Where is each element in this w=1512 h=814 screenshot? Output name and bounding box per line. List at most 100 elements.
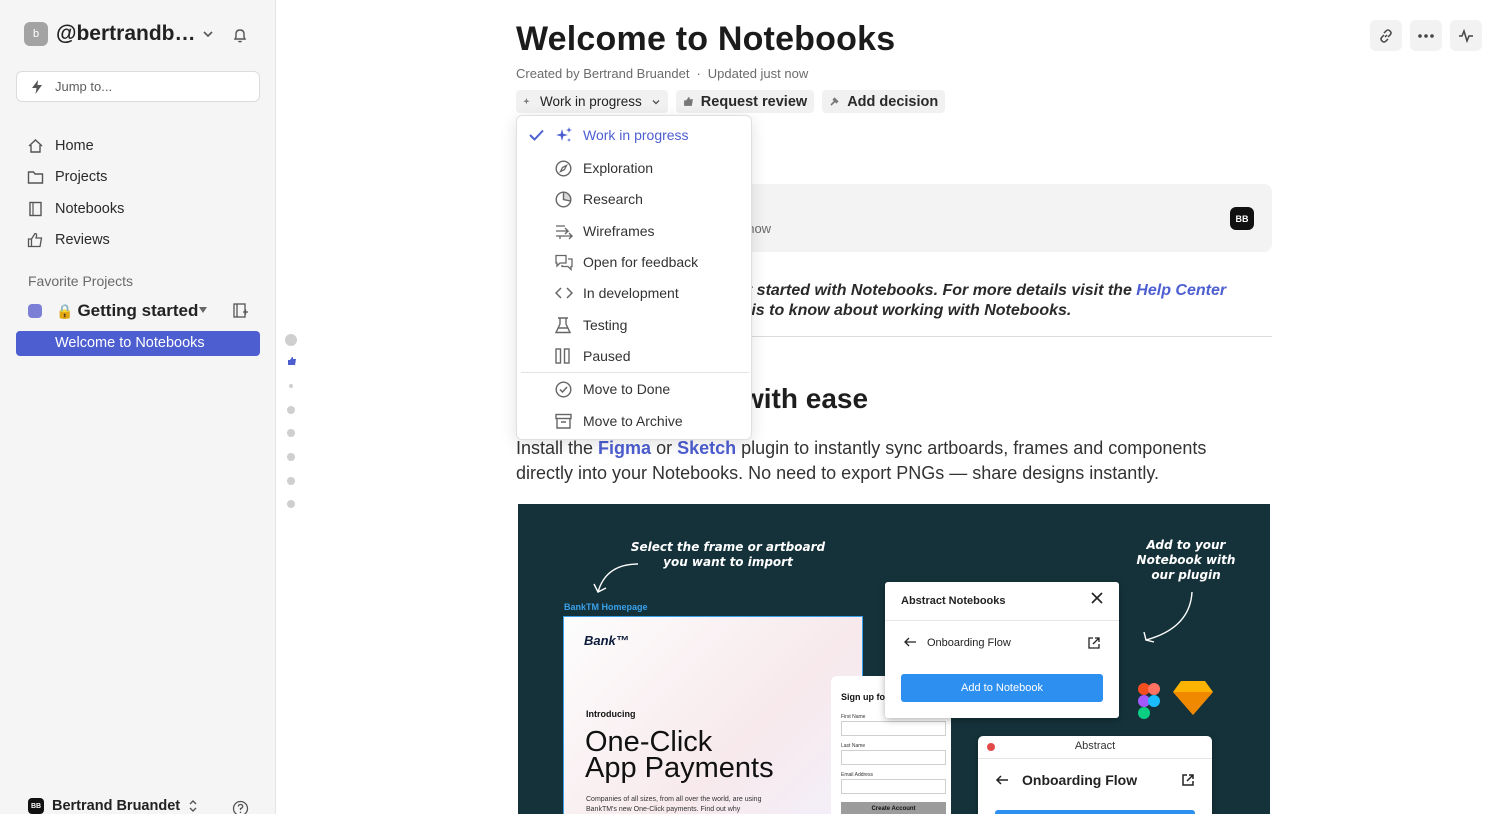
jump-to-input[interactable]: Jump to...	[16, 71, 260, 102]
menu-item-label: Work in progress	[583, 127, 689, 143]
create-account-mock: Create Account	[841, 802, 946, 814]
figma-link[interactable]: Figma	[598, 438, 651, 458]
sparkle-icon	[556, 127, 572, 142]
outline-dot[interactable]	[285, 334, 297, 346]
figma-logo-icon	[1138, 683, 1160, 719]
author-avatar: BB	[1230, 207, 1254, 230]
nav-item-projects[interactable]: Projects	[27, 162, 124, 194]
menu-item-wireframes[interactable]: Wireframes	[517, 216, 753, 246]
plugin-illustration: Select the frame or artboard you want to…	[518, 504, 1270, 814]
thumbs-up-icon	[683, 97, 693, 106]
add-decision-button[interactable]: Add decision	[822, 90, 946, 113]
status-label: Work in progress	[540, 94, 642, 109]
bank-logo: Bank™	[584, 633, 629, 648]
sidebar-item-welcome-notebook[interactable]: Welcome to Notebooks	[16, 331, 260, 356]
menu-item-open-for-feedback[interactable]: Open for feedback	[517, 247, 753, 277]
outline-dot[interactable]	[287, 406, 295, 414]
plugin-flow-name: Onboarding Flow	[927, 637, 1011, 649]
status-dropdown-button[interactable]: Work in progress	[516, 90, 668, 113]
more-options-button[interactable]	[1410, 20, 1442, 51]
chevron-down-icon[interactable]	[202, 28, 214, 40]
menu-item-testing[interactable]: Testing	[517, 310, 753, 340]
pie-chart-icon	[555, 191, 572, 208]
field-box	[841, 750, 946, 765]
help-icon[interactable]	[232, 800, 249, 814]
section-paragraph: Install the Figma or Sketch plugin to in…	[516, 436, 1256, 486]
new-notebook-icon[interactable]	[232, 302, 249, 319]
copy-link-button[interactable]	[1370, 20, 1402, 51]
external-link-icon	[1088, 637, 1100, 649]
lock-icon: 🔒	[56, 302, 74, 319]
nav-item-reviews[interactable]: Reviews	[27, 225, 124, 257]
activity-button[interactable]	[1450, 20, 1482, 51]
menu-item-label: Move to Done	[583, 381, 671, 397]
outline-dot[interactable]	[287, 477, 295, 485]
sketch-logo-icon	[1173, 681, 1213, 715]
page-title: Welcome to Notebooks	[516, 20, 896, 58]
archive-icon	[555, 413, 572, 429]
sketch-link[interactable]: Sketch	[677, 438, 736, 458]
chevron-up-down-icon	[189, 800, 197, 812]
meta-separator: ·	[696, 66, 701, 81]
menu-item-exploration[interactable]: Exploration	[517, 153, 753, 183]
callout-add-notebook: Add to your Notebook with our plugin	[1136, 538, 1236, 582]
code-icon	[555, 287, 573, 299]
outline-dot[interactable]	[287, 500, 295, 508]
menu-item-research[interactable]: Research	[517, 184, 753, 214]
project-name: Getting started	[77, 301, 199, 320]
user-menu[interactable]: BB Bertrand Bruandet	[28, 798, 250, 814]
outline-dot[interactable]	[287, 429, 295, 437]
check-circle-icon	[555, 381, 572, 398]
status-toolbar: Work in progress Request review Add deci…	[516, 90, 946, 113]
para-text: or	[651, 438, 678, 458]
activity-icon	[1459, 28, 1473, 43]
arrow-doodle-icon	[1143, 591, 1193, 643]
bell-icon[interactable]	[232, 27, 248, 43]
nav-item-home[interactable]: Home	[27, 130, 124, 162]
intro-line1: et started with Notebooks. For more deta…	[738, 282, 1137, 299]
menu-item-work-in-progress[interactable]: Work in progress	[517, 120, 753, 150]
created-by: Created by Bertrand Bruandet	[516, 66, 690, 81]
workspace-switcher[interactable]: b @bertrandbruandet	[24, 22, 213, 46]
intro-text: et started with Notebooks. For more deta…	[738, 281, 1226, 321]
nav-label: Projects	[55, 169, 108, 186]
sidebar: b @bertrandbruandet Jump to... Home Proj…	[0, 0, 276, 814]
favorites-heading: Favorite Projects	[28, 273, 134, 289]
field-box	[841, 779, 946, 794]
menu-item-paused[interactable]: Paused	[517, 341, 753, 371]
caret-down-icon[interactable]	[198, 306, 208, 314]
menu-item-label: Open for feedback	[583, 254, 699, 270]
project-getting-started[interactable]: 🔒 Getting started	[28, 300, 250, 322]
outline-dot[interactable]	[287, 453, 295, 461]
chat-bubbles-icon	[555, 254, 573, 271]
folder-icon	[27, 171, 44, 184]
app-progress-bar	[995, 810, 1195, 814]
app-flow-name: Onboarding Flow	[1022, 772, 1138, 788]
app-title: Abstract	[1074, 740, 1116, 752]
request-review-button[interactable]: Request review	[675, 90, 815, 113]
request-review-label: Request review	[700, 93, 808, 110]
menu-item-label: Testing	[583, 317, 628, 333]
menu-item-move-to-done[interactable]: Move to Done	[517, 374, 753, 404]
thumbs-up-icon[interactable]	[287, 356, 297, 366]
project-color-dot	[28, 304, 42, 318]
main-nav: Home Projects Notebooks Reviews	[27, 130, 124, 256]
plugin-divider	[885, 620, 1119, 621]
menu-item-label: Move to Archive	[583, 413, 683, 429]
menu-item-in-development[interactable]: In development	[517, 278, 753, 308]
status-menu: Work in progress Exploration Research Wi…	[516, 115, 752, 440]
menu-item-move-to-archive[interactable]: Move to Archive	[517, 406, 753, 436]
pause-icon	[555, 348, 570, 364]
intro-line2: e is to know about working with Notebook…	[738, 302, 1072, 319]
gavel-icon	[830, 97, 839, 106]
field-label: Email Address	[841, 772, 873, 778]
thumbs-up-icon	[27, 233, 43, 248]
outline-dot[interactable]	[289, 384, 293, 388]
wireframe-arrow-icon	[556, 225, 573, 240]
help-center-link[interactable]: Help Center	[1136, 282, 1226, 299]
introducing-label: Introducing	[586, 709, 636, 719]
abstract-app-mock: Abstract Onboarding Flow	[978, 736, 1212, 814]
arrow-left-icon	[904, 637, 916, 647]
nav-item-notebooks[interactable]: Notebooks	[27, 193, 124, 225]
link-icon	[1380, 28, 1392, 43]
